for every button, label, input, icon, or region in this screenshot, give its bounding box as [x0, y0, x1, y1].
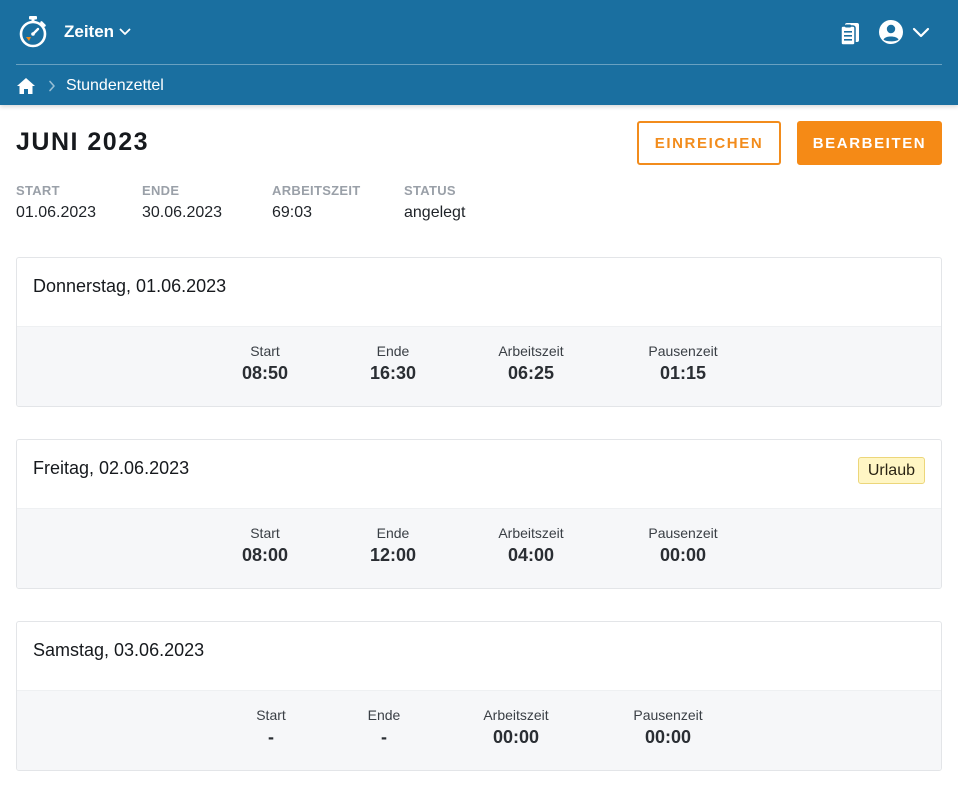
stat-value: 06:25 — [507, 363, 555, 383]
day-date: Donnerstag, 01.06.2023 — [33, 276, 227, 296]
summary-start: START 01.06.2023 — [16, 183, 96, 222]
app-switcher[interactable]: Zeiten — [64, 20, 132, 44]
stat-label: Pausenzeit — [633, 707, 703, 723]
stat-end: Ende 12:00 — [370, 525, 416, 566]
day-card[interactable]: Freitag, 02.06.2023 Urlaub Start 08:00 E… — [16, 439, 942, 589]
breadcrumb: Stundenzettel — [16, 73, 164, 99]
day-card-stats: Start 08:50 Ende 16:30 Arbeitszeit 06:25… — [17, 326, 941, 406]
stat-label: Arbeitszeit — [498, 343, 564, 359]
stat-value: 08:00 — [241, 545, 289, 565]
day-card[interactable]: Samstag, 03.06.2023 Start - Ende - Arbei… — [16, 621, 942, 771]
status-value: angelegt — [404, 204, 466, 221]
stat-value: 08:50 — [241, 363, 289, 383]
day-date: Samstag, 03.06.2023 — [33, 640, 205, 660]
summary-label: START — [16, 183, 60, 198]
stat-label: Ende — [376, 343, 410, 359]
stat-value: 00:00 — [492, 727, 540, 747]
stat-label: Arbeitszeit — [498, 525, 564, 541]
top-navigation-bar: Zeiten Stundenzettel — [0, 0, 958, 105]
app-name: Zeiten — [64, 22, 115, 41]
summary-label: ARBEITSZEIT — [272, 183, 361, 198]
day-card-header: Freitag, 02.06.2023 Urlaub — [17, 440, 941, 508]
breadcrumb-current: Stundenzettel — [66, 77, 164, 94]
stat-value: 12:00 — [369, 545, 417, 565]
vacation-badge: Urlaub — [857, 457, 925, 484]
day-card-header: Samstag, 03.06.2023 — [17, 622, 941, 690]
stat-label: Ende — [367, 707, 401, 723]
home-icon[interactable] — [16, 76, 36, 96]
stat-breaktime: Pausenzeit 01:15 — [648, 343, 717, 384]
stat-start: Start - — [256, 707, 286, 748]
day-card-stats: Start - Ende - Arbeitszeit 00:00 Pausenz… — [17, 690, 941, 770]
stat-value: 16:30 — [369, 363, 417, 383]
stat-value: 00:00 — [644, 727, 692, 747]
submit-button[interactable]: EINREICHEN — [637, 121, 781, 165]
stat-value: 04:00 — [507, 545, 555, 565]
summary-value: 01.06.2023 — [16, 204, 97, 221]
stat-label: Pausenzeit — [648, 343, 718, 359]
day-date: Freitag, 02.06.2023 — [33, 458, 190, 478]
summary-end: ENDE 30.06.2023 — [142, 183, 222, 222]
stat-worktime: Arbeitszeit 04:00 — [498, 525, 563, 566]
stat-end: Ende - — [368, 707, 401, 748]
header-row: Zeiten — [0, 0, 958, 64]
summary-worktime: ARBEITSZEIT 69:03 — [272, 183, 361, 222]
stat-value: - — [267, 727, 274, 747]
day-card-stats: Start 08:00 Ende 12:00 Arbeitszeit 04:00… — [17, 508, 941, 588]
stat-worktime: Arbeitszeit 06:25 — [498, 343, 563, 384]
page-title: JUNI 2023 — [16, 128, 150, 156]
user-circle-icon — [879, 20, 903, 44]
stat-end: Ende 16:30 — [370, 343, 416, 384]
chevron-down-icon — [912, 27, 930, 38]
stat-start: Start 08:50 — [242, 343, 288, 384]
stat-value: - — [380, 727, 387, 747]
summary-value: 30.06.2023 — [142, 204, 223, 221]
chevron-right-icon — [49, 80, 55, 92]
header-divider — [16, 64, 942, 65]
summary-value: 69:03 — [272, 204, 313, 221]
clipboard-icon[interactable] — [838, 20, 862, 46]
stat-label: Start — [250, 343, 280, 359]
stat-breaktime: Pausenzeit 00:00 — [633, 707, 702, 748]
stat-value: 01:15 — [659, 363, 707, 383]
summary-label: ENDE — [142, 183, 180, 198]
summary-status: STATUS angelegt — [404, 183, 465, 222]
stat-breaktime: Pausenzeit 00:00 — [648, 525, 717, 566]
summary-label: STATUS — [404, 183, 456, 198]
chevron-down-icon — [119, 28, 131, 35]
stopwatch-logo-icon[interactable] — [17, 15, 49, 49]
stat-label: Arbeitszeit — [483, 707, 549, 723]
stat-start: Start 08:00 — [242, 525, 288, 566]
day-card[interactable]: Donnerstag, 01.06.2023 Start 08:50 Ende … — [16, 257, 942, 407]
stat-worktime: Arbeitszeit 00:00 — [483, 707, 548, 748]
edit-button[interactable]: BEARBEITEN — [797, 121, 942, 165]
stat-label: Start — [256, 707, 286, 723]
stat-label: Ende — [376, 525, 410, 541]
day-card-header: Donnerstag, 01.06.2023 — [17, 258, 941, 326]
stat-value: 00:00 — [659, 545, 707, 565]
stat-label: Start — [250, 525, 280, 541]
stat-label: Pausenzeit — [648, 525, 718, 541]
user-menu-button[interactable] — [878, 18, 930, 46]
